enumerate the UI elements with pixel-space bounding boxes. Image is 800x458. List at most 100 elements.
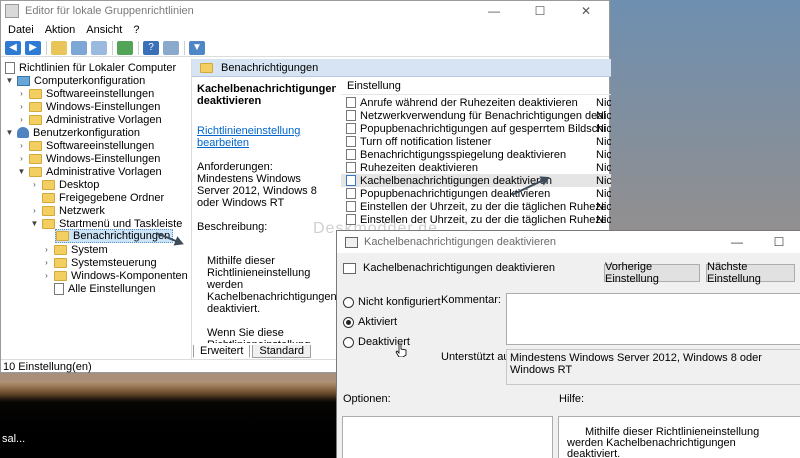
tree-item-freigegebene-ordner[interactable]: Freigegebene Ordner	[42, 191, 164, 204]
policy-row-selected[interactable]: Kachelbenachrichtigungen deaktivieren Ni…	[341, 174, 611, 187]
tree-item-windows-komponenten[interactable]: › Windows-Komponenten	[42, 269, 188, 282]
menu-aktion[interactable]: Aktion	[45, 24, 76, 36]
toolbar-separator	[138, 40, 139, 55]
tree-item-user-administrative-vorlagen[interactable]: ▼ Administrative Vorlagen	[17, 165, 162, 178]
help-label: Hilfe:	[559, 393, 585, 405]
radio-circle[interactable]	[343, 296, 354, 308]
radio-circle[interactable]	[343, 336, 354, 348]
tab-standard[interactable]: Standard	[252, 345, 312, 358]
dialog-policy-icon	[345, 236, 358, 248]
tree-item-label: Softwareeinstellungen	[46, 139, 155, 152]
description-text-2: Wenn Sie diese Richtlinieneinstellung ak…	[207, 327, 310, 343]
help-icon[interactable]: ?	[143, 40, 159, 55]
view-icon[interactable]	[163, 40, 179, 55]
tab-erweitert[interactable]: Erweitert	[193, 345, 251, 358]
expand-icon[interactable]: ›	[42, 245, 51, 254]
folder-icon	[42, 192, 55, 203]
policy-row[interactable]: Popupbenachrichtigungen auf gesperrtem B…	[341, 122, 611, 135]
expand-icon[interactable]: ›	[17, 141, 26, 150]
comment-label: Kommentar:	[441, 294, 501, 306]
tree-item-netzwerk[interactable]: › Netzwerk	[30, 204, 105, 217]
tree-item-user-softwareeinstellungen[interactable]: › Softwareeinstellungen	[17, 139, 154, 152]
folder-icon	[29, 153, 42, 164]
tree-item-softwareeinstellungen[interactable]: › Softwareeinstellungen	[17, 87, 154, 100]
window-title: Editor für lokale Gruppenrichtlinien	[25, 5, 194, 17]
radio-enabled[interactable]: Aktiviert	[343, 316, 397, 328]
tree-item-label: Administrative Vorlagen	[46, 113, 162, 126]
up-folder-icon[interactable]	[51, 40, 67, 55]
expand-icon[interactable]: ›	[30, 180, 39, 189]
comment-textarea[interactable]	[506, 293, 800, 345]
collapse-icon[interactable]: ▼	[5, 76, 14, 85]
supported-on-field: Mindestens Windows Server 2012, Windows …	[506, 349, 800, 385]
tree-item-windows-einstellungen[interactable]: › Windows-Einstellungen	[17, 100, 160, 113]
policy-state: Nic	[596, 96, 611, 109]
policy-name: Ruhezeiten deaktivieren	[360, 161, 479, 174]
tree-item-root[interactable]: Richtlinien für Lokaler Computer	[5, 61, 176, 74]
tree-item-alle-einstellungen[interactable]: Alle Einstellungen	[54, 282, 155, 295]
tree-item-administrative-vorlagen[interactable]: › Administrative Vorlagen	[17, 113, 162, 126]
minimize-button[interactable]: —	[471, 1, 517, 21]
dialog-title-bar[interactable]: Kachelbenachrichtigungen deaktivieren — …	[337, 231, 800, 253]
expand-icon[interactable]: ›	[17, 89, 26, 98]
collapse-icon[interactable]: ▼	[30, 219, 39, 228]
export-list-icon[interactable]	[117, 40, 133, 55]
tree-item-systemsteuerung[interactable]: › Systemsteuerung	[42, 256, 156, 269]
forward-arrow-icon[interactable]: ▶	[25, 40, 41, 55]
close-button[interactable]: ✕	[563, 1, 609, 21]
tree-item-desktop[interactable]: › Desktop	[30, 178, 99, 191]
tree-item-system[interactable]: › System	[42, 243, 108, 256]
description-text-1: Mithilfe dieser Richtlinieneinstellung w…	[207, 255, 336, 315]
collapse-icon[interactable]: ▼	[5, 128, 14, 137]
menu-ansicht[interactable]: Ansicht	[86, 24, 122, 36]
tree-item-benutzerkonfiguration[interactable]: ▼ Benutzerkonfiguration	[5, 126, 140, 139]
dialog-minimize-button[interactable]: —	[716, 231, 758, 253]
policy-name: Benachrichtigungsspiegelung deaktivieren	[360, 148, 567, 161]
expand-icon[interactable]: ›	[17, 154, 26, 163]
expand-icon[interactable]: ›	[17, 115, 26, 124]
menu-datei[interactable]: Datei	[8, 24, 34, 36]
policy-tree: Richtlinien für Lokaler Computer ▼ Compu…	[1, 59, 192, 359]
policy-row[interactable]: Anrufe während der Ruhezeiten deaktivier…	[341, 96, 611, 109]
edit-policy-link[interactable]: Richtlinieneinstellung bearbeiten	[197, 125, 336, 149]
policy-state: Nic	[596, 148, 611, 161]
policy-setting-icon	[346, 149, 356, 160]
expand-icon[interactable]: ›	[42, 258, 51, 267]
folder-icon	[54, 257, 67, 268]
tree-item-user-windows-einstellungen[interactable]: › Windows-Einstellungen	[17, 152, 160, 165]
hand-cursor-icon	[395, 343, 407, 357]
policy-row[interactable]: Ruhezeiten deaktivieren Nic	[341, 161, 611, 174]
tree-item-label: Netzwerk	[59, 204, 105, 217]
policy-row[interactable]: Popupbenachrichtigungen deaktivieren Nic	[341, 187, 611, 200]
expand-icon[interactable]: ›	[42, 271, 51, 280]
tree-item-computerkonfiguration[interactable]: ▼ Computerkonfiguration	[5, 74, 146, 87]
folder-icon	[29, 88, 42, 99]
desktop-label[interactable]: sal...	[2, 433, 25, 445]
options-panel[interactable]	[342, 416, 553, 458]
show-hide-tree-icon[interactable]	[71, 40, 87, 55]
column-header-einstellung[interactable]: Einstellung	[341, 77, 611, 95]
policy-row[interactable]: Netzwerkverwendung für Benachrichtigunge…	[341, 109, 611, 122]
policy-state: Nic	[596, 174, 611, 187]
properties-icon[interactable]	[91, 40, 107, 55]
policy-row[interactable]: Einstellen der Uhrzeit, zu der die tägli…	[341, 200, 611, 213]
title-bar[interactable]: Editor für lokale Gruppenrichtlinien — ☐…	[1, 1, 609, 21]
radio-circle-checked[interactable]	[343, 316, 354, 328]
policy-name: Einstellen der Uhrzeit, zu der die tägli…	[360, 200, 605, 213]
radio-not-configured[interactable]: Nicht konfiguriert	[343, 296, 441, 308]
filter-icon[interactable]: ▼	[189, 40, 205, 55]
menu-help[interactable]: ?	[133, 24, 139, 36]
policy-row[interactable]: Turn off notification listener Nic	[341, 135, 611, 148]
expand-icon[interactable]: ›	[17, 102, 26, 111]
policy-setting-icon	[346, 162, 356, 173]
policy-setting-icon	[346, 188, 356, 199]
previous-setting-button[interactable]: Vorherige Einstellung	[604, 261, 700, 285]
policy-row[interactable]: Benachrichtigungsspiegelung deaktivieren…	[341, 148, 611, 161]
maximize-button[interactable]: ☐	[517, 1, 563, 21]
collapse-icon[interactable]: ▼	[17, 167, 26, 176]
next-setting-button[interactable]: Nächste Einstellung	[706, 261, 795, 285]
radio-label: Nicht konfiguriert	[358, 296, 441, 308]
expand-icon[interactable]: ›	[30, 206, 39, 215]
back-arrow-icon[interactable]: ◀	[5, 40, 21, 55]
dialog-maximize-button[interactable]: ☐	[758, 231, 800, 253]
